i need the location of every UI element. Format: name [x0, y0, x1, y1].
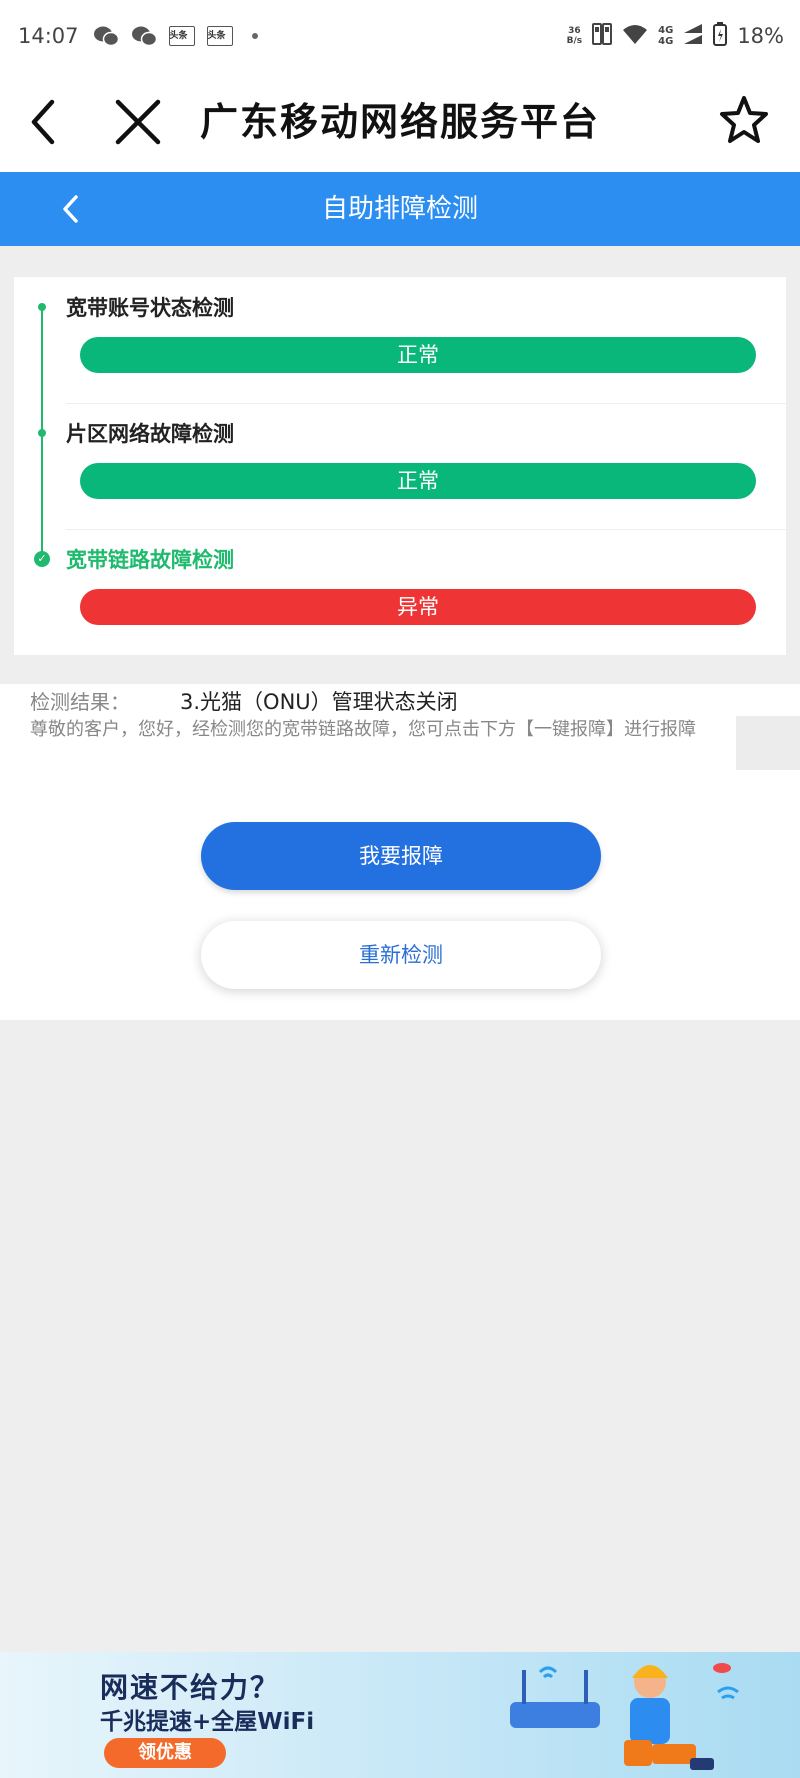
gen-top: 4G [658, 25, 674, 36]
status-badge-account: 正常 [80, 337, 756, 373]
toutiao-app-icon: 头条 [206, 26, 233, 46]
side-placeholder [736, 716, 800, 770]
banner-subline: 千兆提速+全屋WiFi [100, 1709, 315, 1735]
result-section: 检测结果： 3.光猫（ONU）管理状态关闭 尊敬的客户，您好，经检测您的宽带链路… [0, 684, 800, 1020]
divider [66, 403, 786, 404]
star-icon [720, 96, 768, 143]
net-speed: 36 B/s [567, 26, 583, 46]
result-description: 尊敬的客户，您好，经检测您的宽带链路故障，您可点击下方【一键报障】进行报障 [30, 719, 696, 740]
check-title-account: 宽带账号状态检测 [66, 296, 234, 320]
status-bar: 14:07 头条 头条 36 B/s 4G 4G 18% [0, 0, 800, 72]
result-value: 3.光猫（ONU）管理状态关闭 [180, 690, 458, 714]
back-button[interactable] [22, 92, 82, 152]
chevron-left-icon [31, 99, 55, 145]
sim-card-icon [592, 22, 613, 50]
gen-bottom: 4G [658, 36, 674, 47]
check-circle-icon: ✓ [34, 551, 50, 567]
divider [66, 529, 786, 530]
header-title: 自助排障检测 [321, 194, 478, 224]
toutiao-app-icon: 头条 [168, 26, 195, 46]
dot-indicator-icon [251, 32, 259, 40]
net-speed-value: 36 [568, 26, 581, 36]
check-title-area: 片区网络故障检测 [66, 422, 234, 446]
timeline-dot [38, 429, 46, 437]
banner-cta-button[interactable]: 领优惠 [104, 1738, 226, 1768]
status-time: 14:07 [18, 24, 79, 48]
status-badge-link: 异常 [80, 589, 756, 625]
signal-icon [683, 23, 703, 50]
status-badge-area: 正常 [80, 463, 756, 499]
result-label: 检测结果： [30, 690, 130, 714]
timeline-dot [38, 303, 46, 311]
close-icon [115, 99, 161, 145]
check-list-card: 宽带账号状态检测 正常 片区网络故障检测 正常 ✓ 宽带链路故障检测 异常 [14, 277, 786, 655]
battery-icon [713, 21, 728, 51]
network-generation: 4G 4G [658, 25, 673, 47]
wechat-icon [131, 25, 157, 47]
app-titlebar: 广东移动网络服务平台 [0, 72, 800, 172]
net-speed-unit: B/s [566, 36, 583, 46]
report-fault-button[interactable]: 我要报障 [201, 822, 601, 890]
favorite-button[interactable] [714, 90, 774, 150]
router-worker-illustration-icon [510, 1663, 739, 1770]
check-title-link: 宽带链路故障检测 [66, 548, 234, 572]
page-header: 自助排障检测 [0, 172, 800, 246]
wifi-icon [622, 23, 648, 50]
page-title: 广东移动网络服务平台 [200, 100, 601, 144]
banner-headline: 网速不给力？ [100, 1671, 281, 1704]
battery-percent: 18% [737, 24, 784, 48]
close-button[interactable] [108, 92, 168, 152]
recheck-button[interactable]: 重新检测 [201, 921, 601, 989]
wechat-icon [93, 25, 119, 47]
promo-banner[interactable]: 网速不给力？ 千兆提速+全屋WiFi 领优惠 [0, 1652, 800, 1778]
